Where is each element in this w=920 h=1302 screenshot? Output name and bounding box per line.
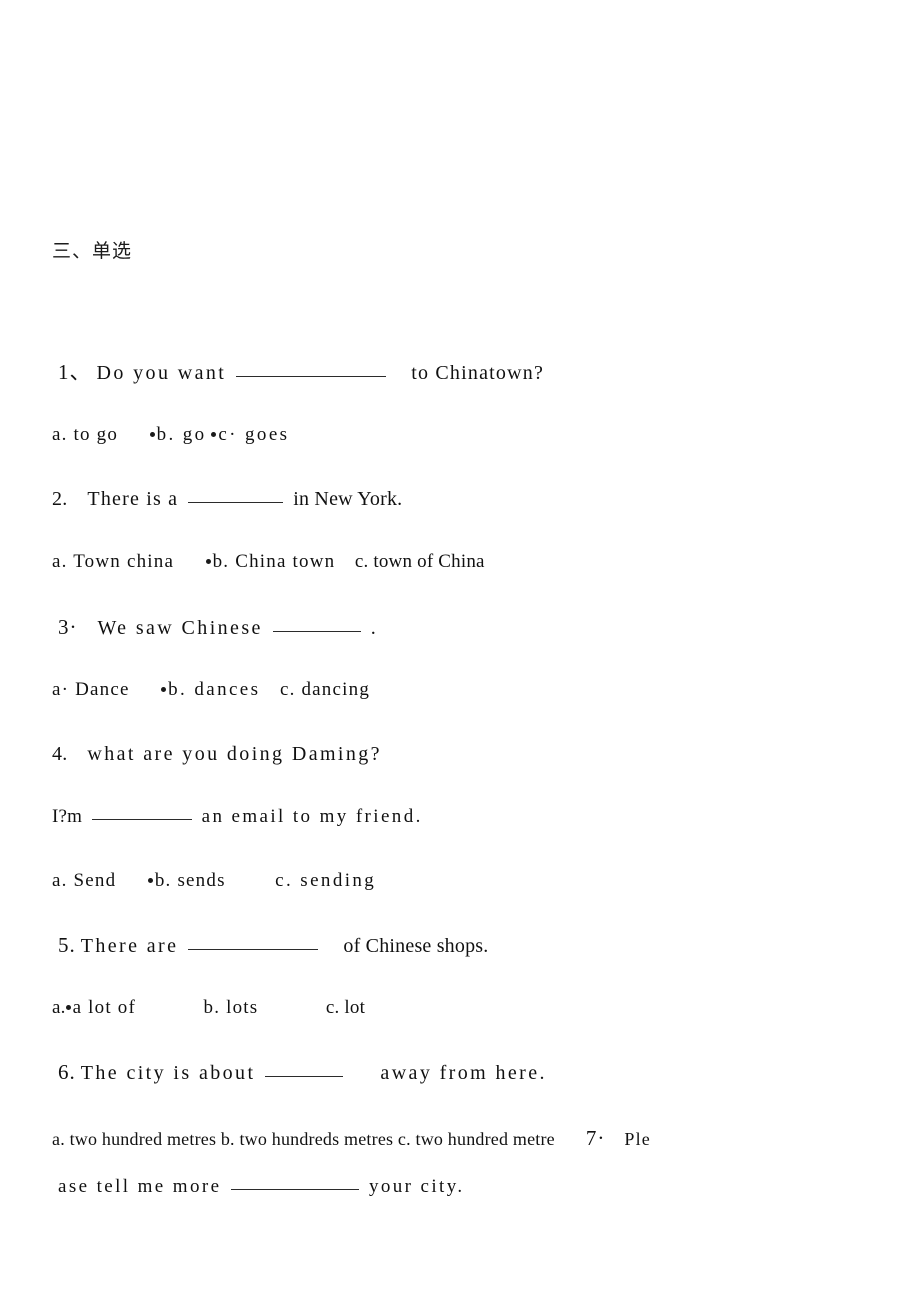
- question-6-options: a. two hundred metres b. two hundreds me…: [52, 1126, 651, 1150]
- question-4-answer-before: I?m: [52, 806, 83, 827]
- question-4-answer-line: I?m an email to my friend.: [52, 806, 423, 828]
- question-2-blank[interactable]: [188, 502, 284, 503]
- worksheet-page: 三、单选 1、 Do you want to Chinatown? a. to …: [0, 0, 920, 1302]
- question-4-option-a[interactable]: a. Send: [52, 870, 116, 891]
- question-2-number: 2.: [52, 488, 68, 510]
- question-5-blank[interactable]: [188, 949, 319, 950]
- question-5-option-c[interactable]: c. lot: [326, 997, 365, 1018]
- question-4-options: a. Send b. sends c. sending: [52, 870, 376, 892]
- question-7-stem-head: Ple: [624, 1129, 651, 1149]
- question-7-number: 7·: [585, 1126, 606, 1150]
- question-3-options: a· Dance b. dances c. dancing: [52, 679, 370, 701]
- question-3-stem: 3· We saw Chinese .: [58, 615, 376, 640]
- question-5-option-a-label[interactable]: a.: [52, 997, 66, 1018]
- question-1-option-b[interactable]: b. go: [157, 424, 207, 445]
- question-1-stem-after: to Chinatown?: [411, 362, 545, 384]
- bullet-icon: [65, 1005, 71, 1010]
- question-4-answer-after: an email to my friend.: [201, 806, 423, 827]
- question-6-stem: 6. The city is about away from here.: [58, 1060, 547, 1085]
- question-3-number: 3·: [58, 615, 78, 639]
- question-4-stem-text: what are you doing Daming?: [87, 743, 382, 765]
- bullet-icon: [205, 559, 211, 564]
- question-3-option-c[interactable]: c. dancing: [280, 679, 370, 700]
- bullet-icon: [149, 432, 155, 437]
- question-2-option-b[interactable]: b. China town: [213, 551, 336, 572]
- question-5-stem-after: of Chinese shops.: [343, 935, 489, 957]
- question-3-option-a[interactable]: a· Dance: [52, 679, 130, 700]
- question-5-stem-before: There are: [80, 935, 179, 957]
- question-4-number: 4.: [52, 743, 68, 765]
- question-5-number: 5.: [58, 933, 76, 957]
- question-1-blank[interactable]: [236, 376, 387, 377]
- question-5-options: a. a lot of b. lots c. lot: [52, 997, 365, 1019]
- question-5-stem: 5. There are of Chinese shops.: [58, 933, 488, 958]
- question-6-blank[interactable]: [265, 1076, 344, 1077]
- question-3-stem-before: We saw Chinese: [97, 617, 263, 639]
- question-4-stem: 4. what are you doing Daming?: [52, 743, 382, 766]
- bullet-icon: [211, 432, 217, 437]
- question-1-option-a[interactable]: a. to go: [52, 424, 118, 445]
- question-6-options-run[interactable]: a. two hundred metres b. two hundreds me…: [52, 1129, 555, 1149]
- question-6-stem-after: away from here.: [380, 1062, 547, 1084]
- question-6-number: 6.: [58, 1060, 76, 1084]
- question-7-stem-continuation: ase tell me more your city.: [58, 1176, 465, 1198]
- question-4-option-c[interactable]: c. sending: [275, 870, 376, 891]
- question-7-stem-tail-before: ase tell me more: [58, 1176, 222, 1197]
- question-5-option-a-text[interactable]: a lot of: [73, 997, 136, 1018]
- question-2-option-a[interactable]: a. Town china: [52, 551, 174, 572]
- question-2-option-c[interactable]: c. town of China: [355, 551, 485, 572]
- question-1-options: a. to go b. go c· goes: [52, 424, 289, 446]
- question-7-stem-tail-after: your city.: [368, 1176, 465, 1197]
- question-2-stem-after: in New York.: [293, 488, 403, 510]
- question-3-option-b[interactable]: b. dances: [168, 679, 260, 700]
- question-4-blank[interactable]: [91, 819, 192, 820]
- question-1-option-c[interactable]: c· goes: [218, 424, 289, 445]
- question-2-options: a. Town china b. China town c. town of C…: [52, 551, 485, 573]
- bullet-icon: [147, 878, 153, 883]
- question-1-number: 1、: [58, 360, 92, 384]
- question-7-blank[interactable]: [231, 1189, 360, 1190]
- question-3-blank[interactable]: [272, 631, 361, 632]
- bullet-icon: [161, 687, 167, 692]
- question-6-stem-before: The city is about: [80, 1062, 256, 1084]
- question-1-stem: 1、 Do you want to Chinatown?: [58, 360, 544, 385]
- question-2-stem: 2. There is a in New York.: [52, 488, 402, 511]
- question-4-option-b[interactable]: b. sends: [155, 870, 226, 891]
- question-5-option-b[interactable]: b. lots: [204, 997, 259, 1018]
- question-1-stem-before: Do you want: [96, 362, 227, 384]
- question-3-stem-after: .: [370, 617, 376, 639]
- section-heading: 三、单选: [52, 240, 133, 262]
- question-2-stem-before: There is a: [87, 488, 179, 510]
